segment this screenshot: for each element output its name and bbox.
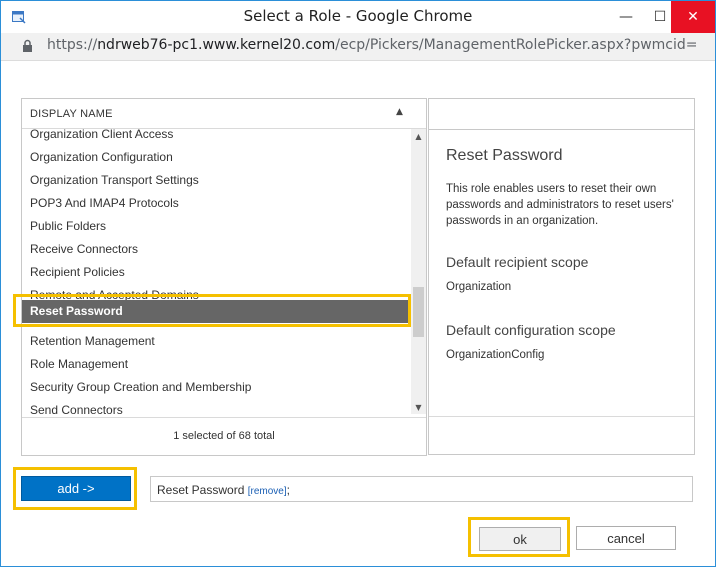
list-item-selected[interactable]: Reset Password (22, 300, 411, 323)
selected-roles-suffix: ; (286, 483, 290, 497)
list-item[interactable]: Receive Connectors (22, 238, 411, 261)
minimize-button[interactable]: — (609, 1, 643, 33)
config-scope-label: Default configuration scope (446, 322, 616, 338)
list-item[interactable]: Organization Client Access (22, 129, 411, 146)
remove-link[interactable]: [remove] (248, 486, 287, 497)
selected-role-name: Reset Password (157, 483, 245, 497)
list-item[interactable]: POP3 And IMAP4 Protocols (22, 192, 411, 215)
cancel-button[interactable]: cancel (576, 526, 676, 550)
selected-roles-value: Reset Password [remove]; (157, 483, 290, 497)
recipient-scope-value: Organization (446, 281, 512, 293)
url-text: https://ndrweb76-pc1.www.kernel20.com/ec… (47, 37, 697, 53)
selection-count: 1 selected of 68 total (173, 430, 275, 442)
add-button-highlight: add -> (13, 467, 137, 510)
list-item[interactable]: Send Connectors (22, 399, 411, 414)
window-title: Select a Role - Google Chrome (243, 7, 473, 25)
details-panel: Reset Password This role enables users t… (428, 130, 695, 455)
list-item[interactable]: Recipient Policies (22, 261, 411, 284)
column-header-label: DISPLAY NAME (30, 108, 113, 120)
url-scheme: https:// (47, 37, 98, 53)
selected-roles-field[interactable]: Reset Password [remove]; (150, 476, 693, 502)
list-scrollbar[interactable]: ▲ ▼ (411, 129, 426, 414)
lock-icon (23, 39, 32, 52)
address-bar[interactable]: https://ndrweb76-pc1.www.kernel20.com/ec… (1, 33, 715, 61)
title-bar: Select a Role - Google Chrome — ☐ ✕ (1, 1, 715, 33)
list-footer: 1 selected of 68 total (22, 417, 426, 456)
add-button[interactable]: add -> (21, 476, 131, 501)
list-item[interactable]: Retention Management (22, 330, 411, 353)
list-item[interactable]: Security Group Creation and Membership (22, 376, 411, 399)
config-scope-value: OrganizationConfig (446, 349, 545, 361)
details-divider (429, 416, 694, 417)
ok-button-highlight: ok (468, 517, 570, 557)
recipient-scope-label: Default recipient scope (446, 254, 589, 270)
details-header (428, 98, 695, 130)
scroll-up-icon[interactable]: ▲ (411, 129, 426, 143)
url-path: /ecp/Pickers/ManagementRolePicker.aspx?p… (335, 37, 697, 53)
sort-ascending-icon: ▲ (396, 107, 403, 117)
ok-button[interactable]: ok (479, 527, 561, 551)
url-host: ndrweb76-pc1.www.kernel20.com (97, 37, 336, 53)
role-list: Organization Client Access Organization … (22, 129, 411, 414)
scroll-down-icon[interactable]: ▼ (411, 400, 426, 414)
scrollbar-thumb[interactable] (413, 287, 424, 337)
list-item[interactable]: Role Management (22, 353, 411, 376)
role-title: Reset Password (446, 147, 563, 164)
list-item[interactable]: Organization Configuration (22, 146, 411, 169)
role-list-panel: DISPLAY NAME ▲ Organization Client Acces… (21, 98, 427, 456)
close-button[interactable]: ✕ (671, 1, 715, 33)
list-item[interactable]: Public Folders (22, 215, 411, 238)
list-item[interactable]: Organization Transport Settings (22, 169, 411, 192)
display-name-column-header[interactable]: DISPLAY NAME ▲ (22, 99, 426, 129)
role-description: This role enables users to reset their o… (446, 183, 674, 227)
